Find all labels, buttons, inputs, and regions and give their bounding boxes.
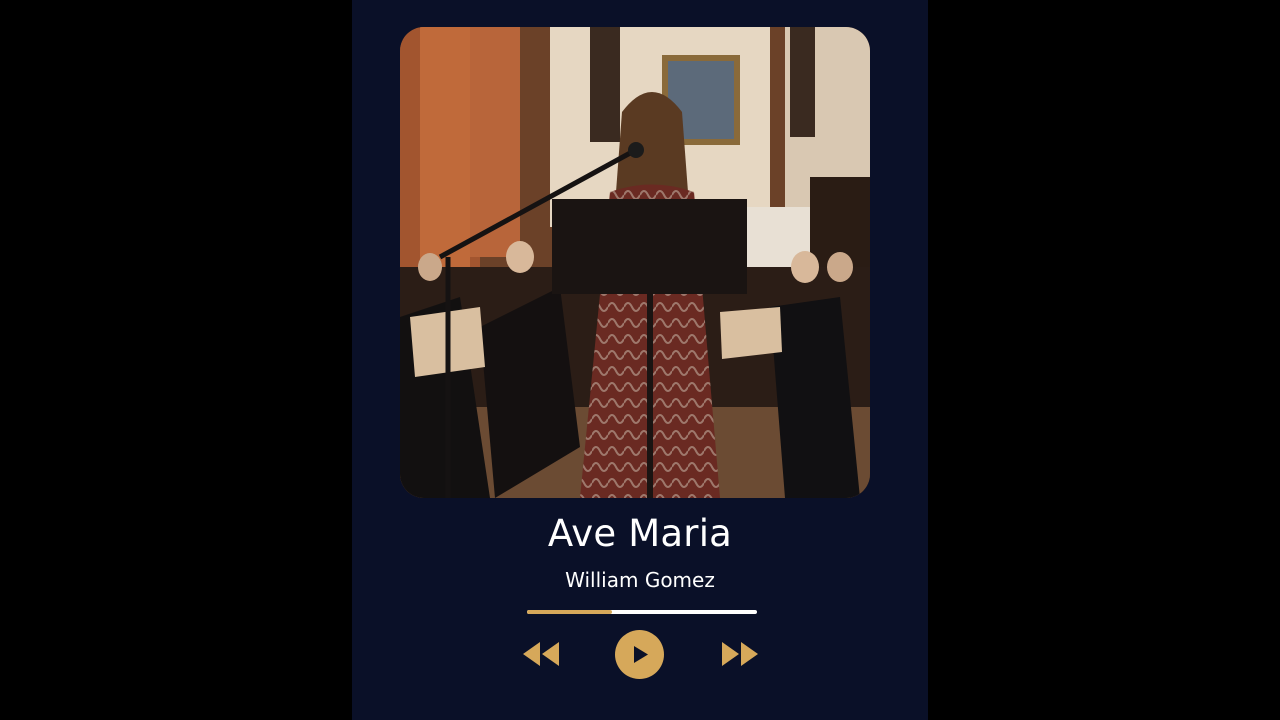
progress-bar[interactable] bbox=[527, 610, 757, 614]
track-title: Ave Maria bbox=[547, 512, 733, 555]
play-icon bbox=[634, 646, 648, 663]
fast-forward-icon bbox=[722, 642, 758, 666]
fast-forward-button[interactable] bbox=[721, 641, 759, 667]
play-button[interactable] bbox=[615, 630, 664, 679]
rewind-button[interactable] bbox=[522, 641, 560, 667]
track-artist: William Gomez bbox=[565, 568, 715, 592]
progress-bar-fill bbox=[527, 610, 613, 614]
rewind-icon bbox=[523, 642, 559, 666]
artwork-illustration bbox=[400, 27, 870, 498]
video-frame: Ave Maria William Gomez bbox=[0, 0, 1280, 720]
album-artwork bbox=[400, 27, 870, 498]
music-player-card: Ave Maria William Gomez bbox=[352, 0, 928, 720]
